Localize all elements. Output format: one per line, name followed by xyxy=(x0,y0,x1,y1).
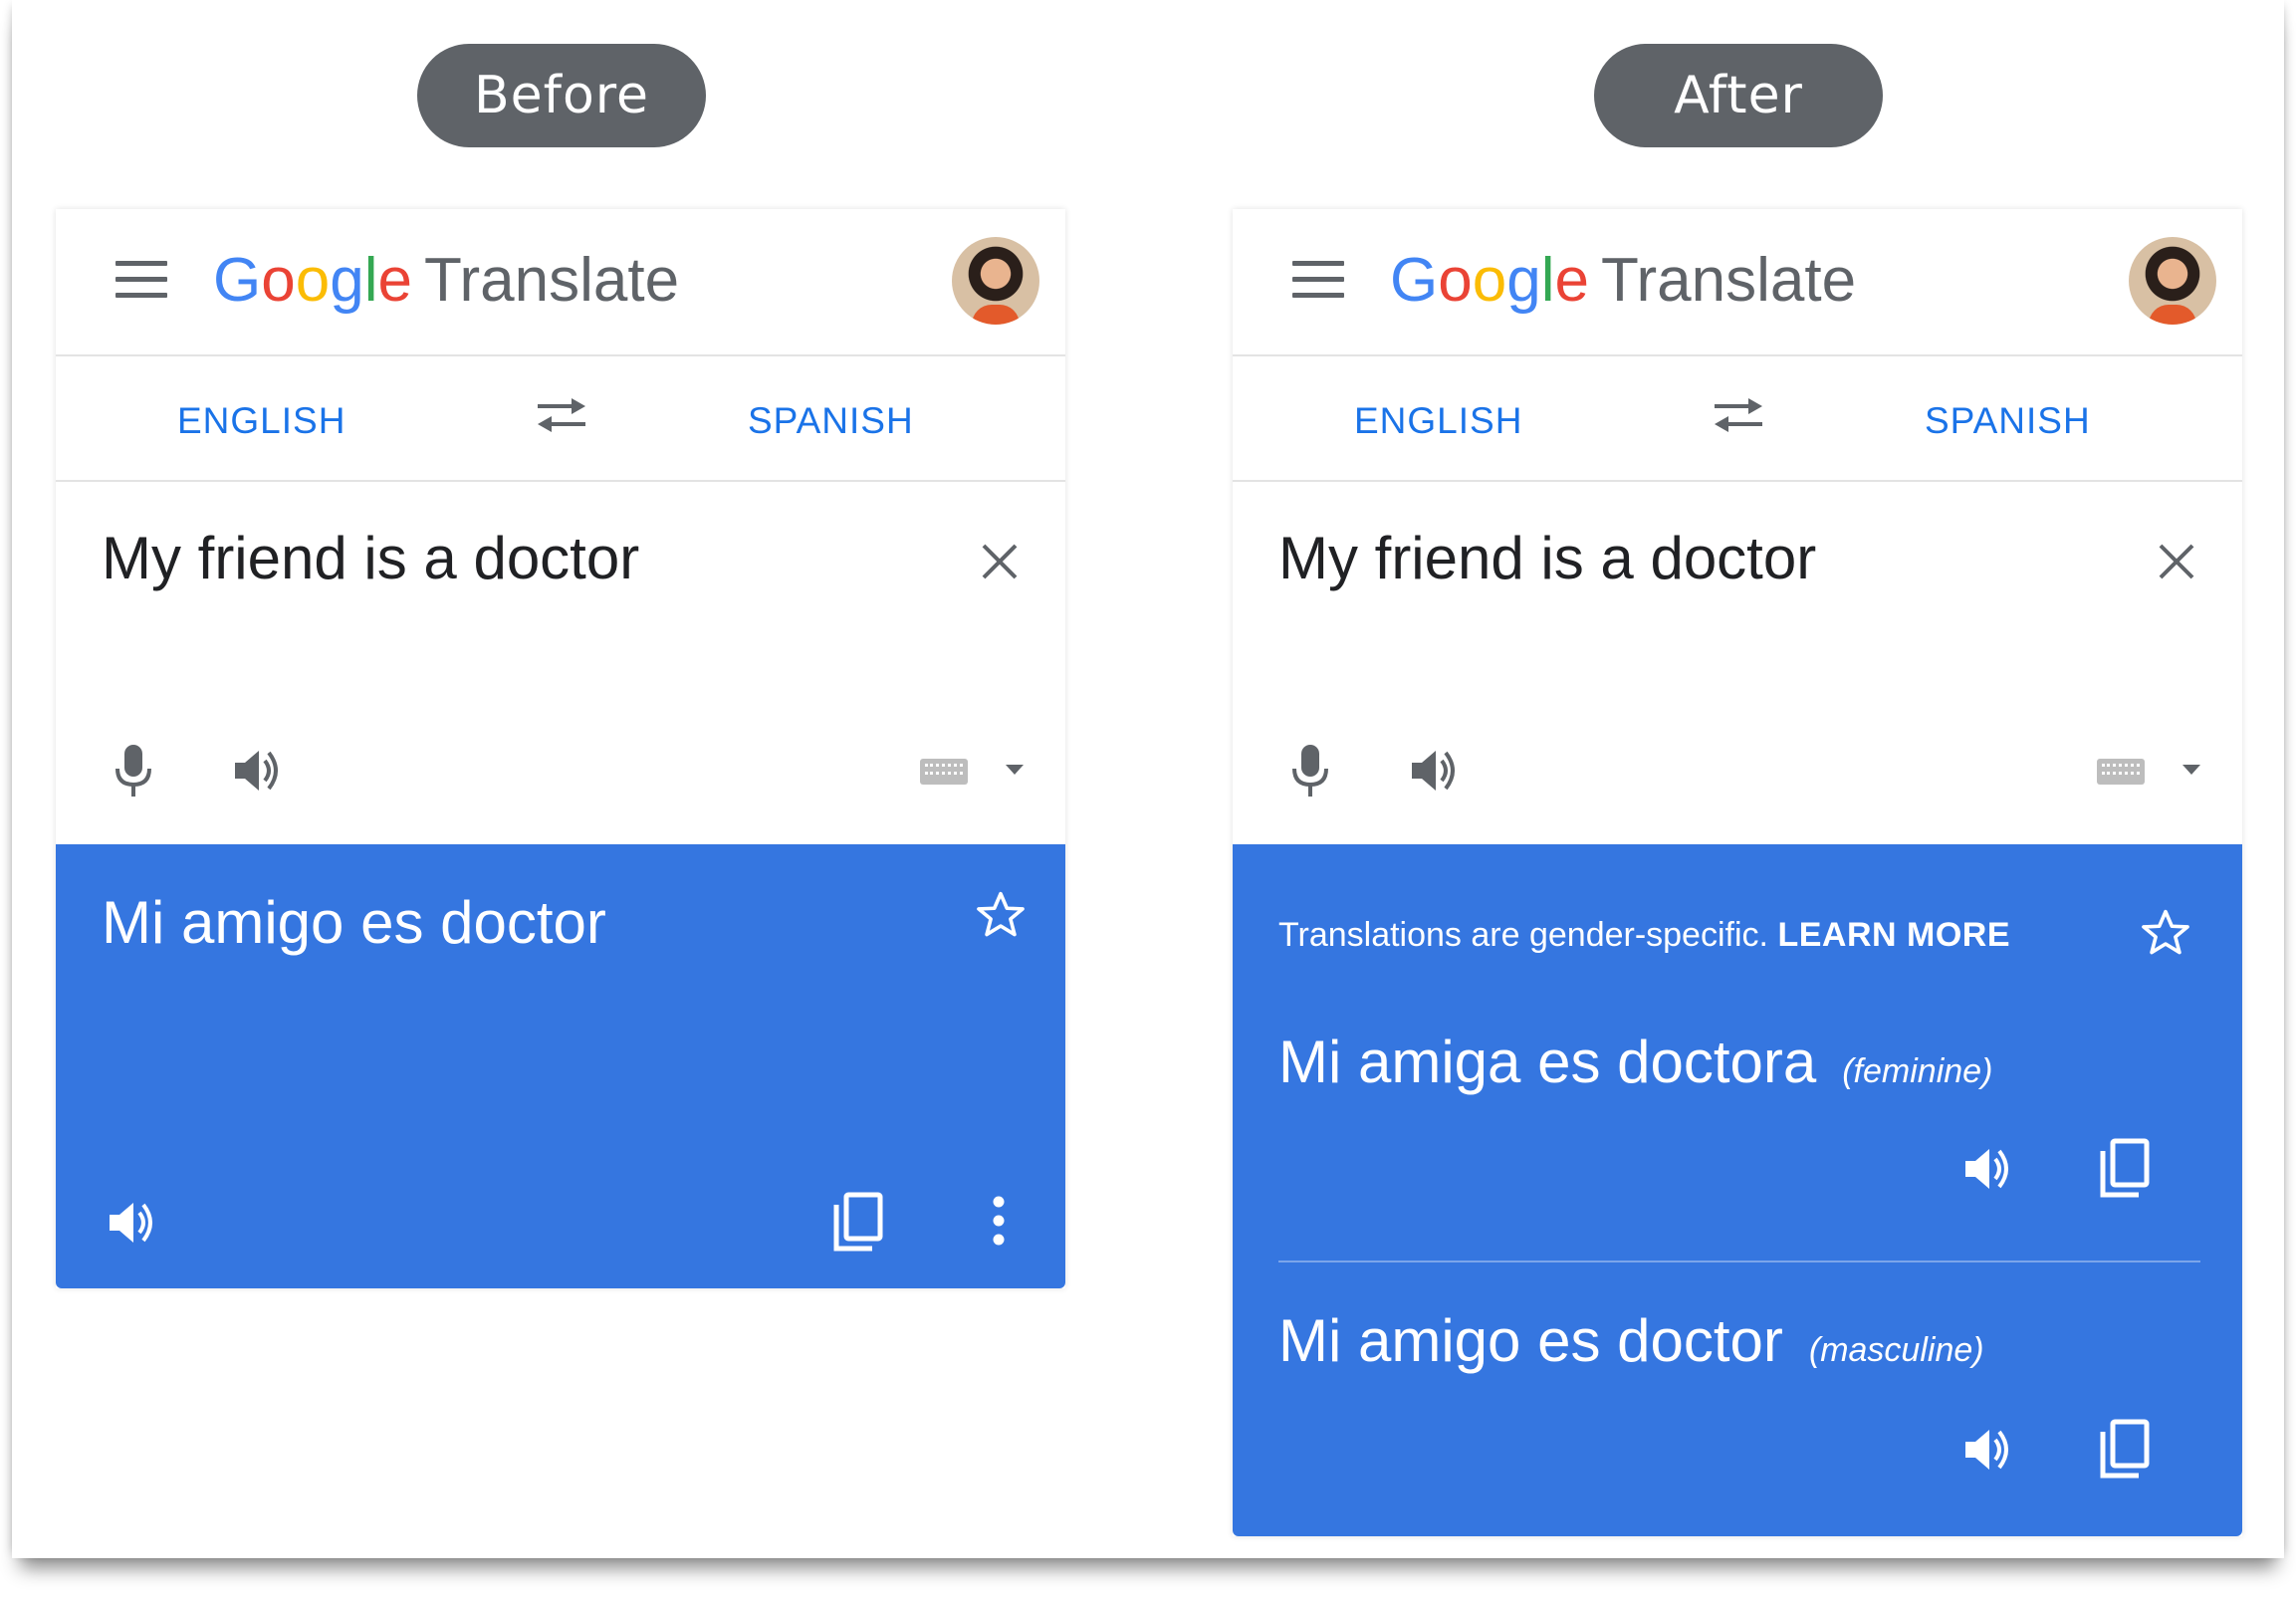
source-language-button[interactable]: ENGLISH xyxy=(177,400,345,442)
translation-text: Mi amigo es doctor xyxy=(1278,1307,1783,1374)
gender-note-text: Translations are gender-specific. xyxy=(1278,916,1768,954)
swap-icon[interactable] xyxy=(534,394,589,438)
gender-tag: (masculine) xyxy=(1808,1331,1984,1369)
app-header: Google Translate xyxy=(56,209,1065,356)
chevron-down-icon[interactable] xyxy=(1006,765,1024,775)
translation-text: Mi amigo es doctor xyxy=(102,889,606,956)
copy-icon[interactable] xyxy=(2097,1137,2153,1199)
avatar[interactable] xyxy=(2129,237,2216,325)
translation-feminine: Mi amiga es doctora (feminine) xyxy=(1278,1028,1992,1096)
gender-tag: (feminine) xyxy=(1842,1052,1993,1090)
menu-icon[interactable] xyxy=(1292,261,1344,299)
source-text[interactable]: My friend is a doctor xyxy=(102,524,639,592)
swap-icon[interactable] xyxy=(1711,394,1766,438)
copy-icon[interactable] xyxy=(2097,1418,2153,1480)
translation-text: Mi amiga es doctora xyxy=(1278,1029,1817,1095)
learn-more-link[interactable]: LEARN MORE xyxy=(1777,916,2010,954)
speaker-icon[interactable] xyxy=(106,1195,161,1251)
menu-icon[interactable] xyxy=(115,261,167,299)
avatar[interactable] xyxy=(952,237,1039,325)
source-text[interactable]: My friend is a doctor xyxy=(1278,524,1816,592)
app-header: Google Translate xyxy=(1233,209,2242,356)
copy-icon[interactable] xyxy=(830,1191,886,1253)
star-icon[interactable] xyxy=(974,888,1028,942)
target-language-button[interactable]: SPANISH xyxy=(748,400,914,442)
target-language-button[interactable]: SPANISH xyxy=(1925,400,2091,442)
translation-masculine: Mi amigo es doctor (masculine) xyxy=(1278,1306,1984,1375)
gender-note: Translations are gender-specific. LEARN … xyxy=(1278,916,2010,955)
speaker-icon[interactable] xyxy=(1961,1422,2017,1478)
speaker-icon[interactable] xyxy=(1961,1141,2017,1197)
input-area[interactable]: My friend is a doctor xyxy=(56,482,1065,844)
close-icon[interactable] xyxy=(980,542,1020,581)
figure-frame: Before After Google Translate ENGLISH SP… xyxy=(12,0,2284,1558)
translation-output: Translations are gender-specific. LEARN … xyxy=(1233,844,2242,1536)
source-language-button[interactable]: ENGLISH xyxy=(1354,400,1522,442)
before-label: Before xyxy=(417,44,706,147)
after-label: After xyxy=(1594,44,1883,147)
divider xyxy=(1278,1260,2200,1262)
close-icon[interactable] xyxy=(2157,542,2196,581)
speaker-icon[interactable] xyxy=(231,743,287,799)
more-icon[interactable] xyxy=(992,1195,1006,1247)
after-panel: Google Translate ENGLISH SPANISH My frie… xyxy=(1233,209,2242,1536)
app-logo: Google Translate xyxy=(213,246,680,315)
star-icon[interactable] xyxy=(2139,906,2192,960)
language-bar: ENGLISH SPANISH xyxy=(56,356,1065,482)
chevron-down-icon[interactable] xyxy=(2182,765,2200,775)
speaker-icon[interactable] xyxy=(1408,743,1464,799)
input-area[interactable]: My friend is a doctor xyxy=(1233,482,2242,844)
keyboard-icon[interactable] xyxy=(920,759,968,785)
translation-output: Mi amigo es doctor xyxy=(56,844,1065,1288)
language-bar: ENGLISH SPANISH xyxy=(1233,356,2242,482)
app-logo: Google Translate xyxy=(1390,246,1857,315)
before-panel: Google Translate ENGLISH SPANISH My frie… xyxy=(56,209,1065,1288)
mic-icon[interactable] xyxy=(112,743,155,799)
mic-icon[interactable] xyxy=(1288,743,1332,799)
keyboard-icon[interactable] xyxy=(2097,759,2145,785)
